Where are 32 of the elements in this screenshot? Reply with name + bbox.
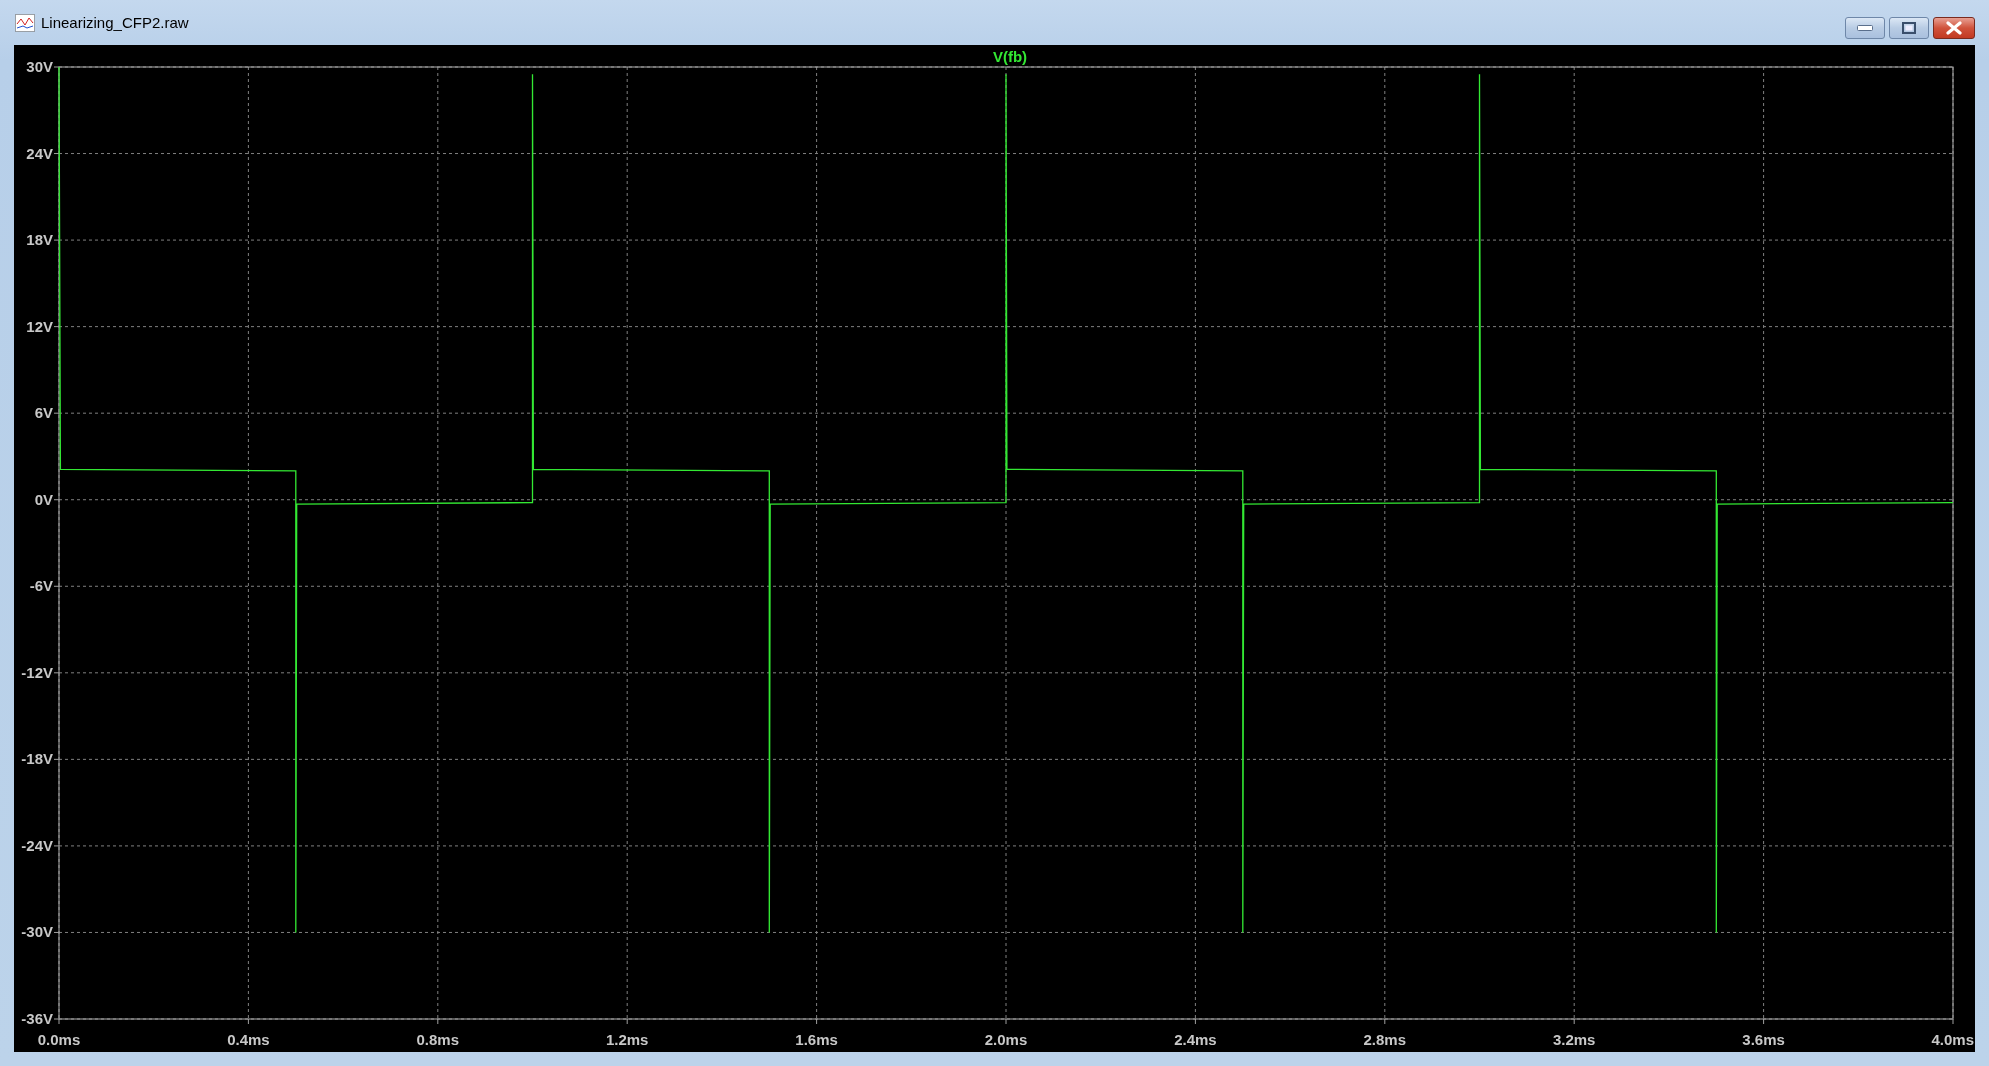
axis-tick-label: 0.0ms [37, 1031, 81, 1048]
maximize-button[interactable] [1889, 17, 1929, 39]
axis-tick-label: 3.6ms [1742, 1031, 1785, 1048]
minimize-icon [1857, 25, 1873, 31]
axis-tick-label: -36V [21, 1010, 53, 1027]
trace-name-label[interactable]: V(fb) [992, 48, 1028, 65]
axis-tick-label: -24V [21, 836, 53, 854]
axis-tick-label: 6V [34, 404, 53, 422]
axis-tick-label: -18V [21, 750, 53, 768]
axis-tick-label: 2.0ms [984, 1031, 1028, 1048]
axis-tick-label: 18V [26, 231, 53, 249]
axis-tick-label: 2.4ms [1174, 1031, 1217, 1048]
axis-tick-label: 12V [26, 317, 53, 335]
axis-tick-label: 2.8ms [1363, 1031, 1407, 1048]
axis-tick-label: 24V [26, 144, 53, 162]
axis-tick-label: 3.2ms [1552, 1031, 1596, 1048]
close-icon [1946, 21, 1962, 35]
axis-tick-label: -12V [21, 663, 53, 681]
axis-tick-label: 30V [26, 58, 53, 75]
waveform-icon [15, 13, 35, 32]
axis-tick-label: -6V [29, 577, 53, 595]
axis-tick-label: 1.6ms [795, 1031, 838, 1048]
close-button[interactable] [1933, 17, 1975, 39]
minimize-button[interactable] [1845, 17, 1885, 39]
maximize-icon [1902, 22, 1916, 34]
axis-tick-label: 0V [34, 490, 53, 508]
window-title: Linearizing_CFP2.raw [41, 14, 190, 31]
axis-tick-label: -30V [21, 923, 53, 941]
axis-tick-label: 0.4ms [227, 1031, 270, 1048]
axis-tick-label: 1.2ms [605, 1031, 649, 1048]
axis-tick-label: 4.0ms [1931, 1031, 1974, 1048]
axis-tick-label: 0.8ms [416, 1031, 460, 1048]
